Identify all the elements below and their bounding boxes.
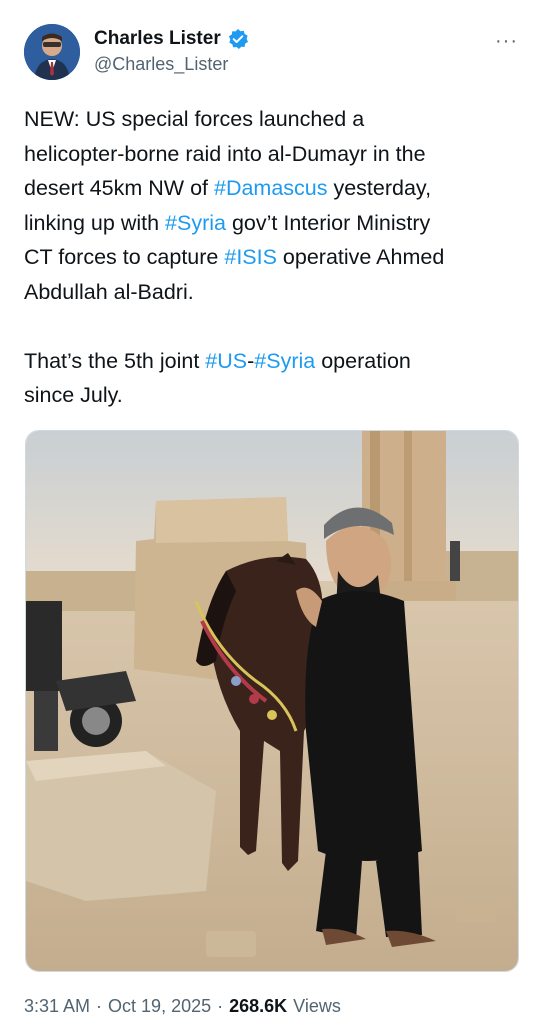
handle[interactable]: @Charles_Lister [94, 54, 249, 75]
tweet-date[interactable]: Oct 19, 2025 [108, 996, 211, 1017]
tweet-text-segment: That’s the 5th joint [24, 348, 206, 373]
avatar[interactable] [24, 24, 80, 80]
tweet-meta: 3:31 AM · Oct 19, 2025 · 268.6K Views [24, 996, 341, 1017]
tweet-text: NEW: US special forces launched a helico… [24, 102, 524, 413]
hashtag-syria[interactable]: #Syria [165, 211, 226, 235]
tweet-header: Charles Lister @Charles_Lister ··· [24, 24, 518, 84]
tweet-photo[interactable] [25, 430, 519, 972]
meta-separator: · [217, 996, 224, 1016]
hashtag-damascus[interactable]: #Damascus [214, 176, 328, 200]
display-name[interactable]: Charles Lister [94, 28, 221, 50]
author-names: Charles Lister @Charles_Lister [94, 28, 249, 75]
hashtag-isis[interactable]: #ISIS [224, 245, 277, 269]
more-options-icon[interactable]: ··· [495, 30, 518, 53]
verified-badge-icon [227, 28, 249, 50]
tweet-time[interactable]: 3:31 AM [24, 996, 90, 1017]
views-label: Views [293, 996, 341, 1016]
views-count: 268.6K [229, 996, 288, 1016]
hashtag-us[interactable]: #US [205, 349, 247, 373]
meta-separator: · [96, 996, 103, 1016]
hashtag-syria[interactable]: #Syria [254, 349, 315, 373]
